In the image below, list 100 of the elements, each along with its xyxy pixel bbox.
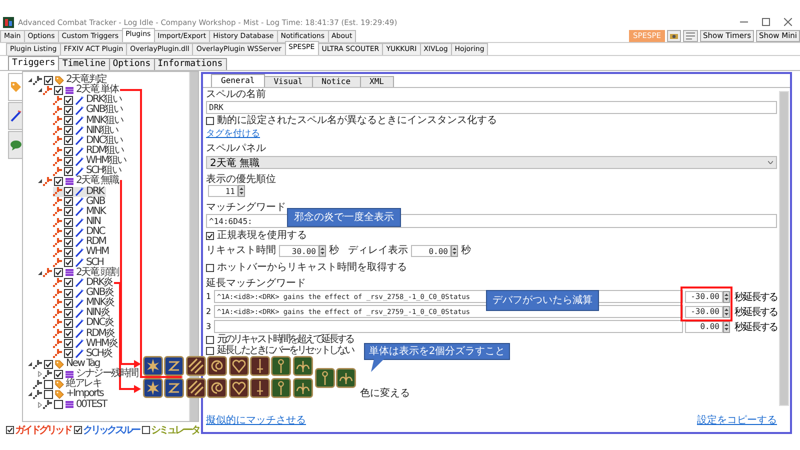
- tree-row[interactable]: MNK: [53, 206, 108, 217]
- wrench-icon[interactable]: [53, 329, 62, 338]
- spin-buttons[interactable]: [722, 320, 730, 332]
- option-label[interactable]: クリックスルー: [83, 423, 139, 437]
- tab[interactable]: XML: [360, 76, 394, 87]
- tab[interactable]: Informations: [154, 58, 227, 70]
- spin-buttons[interactable]: [722, 306, 730, 318]
- tree-row[interactable]: GNB炎: [53, 288, 116, 298]
- tab[interactable]: Timeline: [58, 58, 110, 70]
- number-field[interactable]: 11: [208, 185, 238, 197]
- text-field[interactable]: [214, 320, 682, 333]
- wrench-icon[interactable]: [53, 339, 62, 348]
- wrench-icon[interactable]: [43, 86, 52, 95]
- tree-row[interactable]: NIN狙い: [53, 126, 120, 136]
- wrench-icon[interactable]: [53, 207, 62, 216]
- tree-row[interactable]: DRK炎: [53, 278, 114, 288]
- tree-row[interactable]: 2天竜 無職: [43, 176, 120, 186]
- wrench-icon[interactable]: [53, 349, 62, 358]
- wrench-icon[interactable]: [53, 308, 62, 318]
- number-field[interactable]: -30.00: [684, 306, 722, 318]
- checkbox[interactable]: [64, 298, 73, 308]
- wrench-icon[interactable]: [53, 126, 62, 136]
- checkbox[interactable]: [206, 117, 214, 125]
- close-icon[interactable]: [784, 18, 792, 26]
- wrench-icon[interactable]: [53, 146, 62, 156]
- scrollbar[interactable]: [779, 91, 789, 406]
- checkbox[interactable]: [64, 146, 73, 156]
- tree-row[interactable]: WHM: [53, 247, 110, 258]
- checkbox[interactable]: [64, 136, 73, 146]
- maximize-icon[interactable]: [762, 18, 770, 26]
- checkbox[interactable]: [64, 218, 73, 227]
- wrench-icon[interactable]: [53, 228, 62, 237]
- tab[interactable]: Notice: [312, 76, 361, 87]
- wrench-icon[interactable]: [53, 218, 62, 227]
- wrench-icon[interactable]: [53, 106, 62, 115]
- wrench-icon[interactable]: [53, 96, 62, 105]
- checkbox[interactable]: [64, 339, 73, 348]
- checkbox[interactable]: [64, 308, 73, 318]
- checkbox[interactable]: [206, 347, 214, 355]
- wrench-icon[interactable]: [53, 298, 62, 308]
- tree-row[interactable]: DNC炎: [53, 318, 116, 328]
- tree-row[interactable]: MNK狙い: [53, 116, 125, 126]
- tree-row[interactable]: SCH炎: [53, 348, 114, 359]
- checkbox[interactable]: [74, 426, 82, 434]
- checkbox[interactable]: [64, 156, 73, 166]
- checkbox[interactable]: [54, 400, 63, 410]
- side-tab[interactable]: [8, 131, 22, 159]
- checkbox[interactable]: [54, 176, 63, 186]
- wrench-icon[interactable]: [33, 380, 42, 389]
- tree-row[interactable]: WHM炎: [53, 338, 120, 349]
- spin-buttons[interactable]: [319, 245, 326, 257]
- tree-row[interactable]: MNK炎: [53, 298, 116, 308]
- wrench-icon[interactable]: [53, 288, 62, 298]
- number-field[interactable]: -30.00: [684, 290, 722, 302]
- checkbox[interactable]: [64, 278, 73, 288]
- tree-row[interactable]: NIN: [53, 217, 102, 228]
- side-tab[interactable]: [8, 102, 22, 130]
- checkbox[interactable]: [206, 232, 214, 240]
- checkbox[interactable]: [64, 329, 73, 338]
- checkbox[interactable]: [44, 360, 53, 368]
- spin-buttons[interactable]: [451, 245, 458, 257]
- checkbox[interactable]: [64, 126, 73, 136]
- wrench-icon[interactable]: [53, 156, 62, 166]
- dropdown[interactable]: 2天竜 無職: [206, 156, 777, 169]
- checkbox[interactable]: [54, 268, 63, 278]
- link[interactable]: 設定をコピーする: [697, 416, 777, 426]
- checkbox[interactable]: [64, 187, 73, 196]
- wrench-icon[interactable]: [43, 400, 52, 410]
- checkbox[interactable]: [44, 76, 53, 85]
- checkbox[interactable]: [64, 349, 73, 358]
- wrench-icon[interactable]: [43, 268, 52, 278]
- wrench-icon[interactable]: [43, 370, 52, 379]
- wrench-icon[interactable]: [53, 116, 62, 126]
- link[interactable]: 擬似的にマッチさせる: [206, 416, 306, 426]
- tag-link[interactable]: タグを付ける: [206, 129, 777, 139]
- camera-icon[interactable]: [667, 30, 682, 42]
- checkbox[interactable]: [64, 288, 73, 298]
- number-field[interactable]: 30.00: [279, 245, 319, 257]
- wrench-icon[interactable]: [53, 318, 62, 328]
- checkbox[interactable]: [64, 248, 73, 257]
- expander-icon[interactable]: [28, 362, 32, 366]
- tab[interactable]: Visual: [264, 76, 313, 87]
- tree-row[interactable]: 00TEST: [43, 400, 108, 410]
- tree-row[interactable]: DNC: [53, 227, 107, 238]
- wrench-icon[interactable]: [53, 238, 62, 247]
- tree-row[interactable]: DNC狙い: [53, 136, 124, 146]
- tree-row[interactable]: SCH: [53, 258, 106, 268]
- option-label[interactable]: ガイドグリッド: [15, 423, 71, 437]
- tab[interactable]: General: [211, 74, 265, 87]
- tab[interactable]: Options: [108, 58, 155, 70]
- document-icon[interactable]: [683, 30, 698, 42]
- checkbox[interactable]: [64, 197, 73, 206]
- tree-row[interactable]: NIN炎: [53, 308, 112, 318]
- tree-row[interactable]: DRK: [53, 186, 106, 197]
- checkbox[interactable]: [6, 426, 14, 434]
- number-field[interactable]: 0.00: [411, 245, 451, 257]
- wrench-icon[interactable]: [33, 360, 42, 368]
- number-field[interactable]: 0.00: [684, 320, 722, 332]
- tree-row[interactable]: +Imports: [33, 389, 106, 400]
- tree-row[interactable]: New Tag: [33, 359, 102, 369]
